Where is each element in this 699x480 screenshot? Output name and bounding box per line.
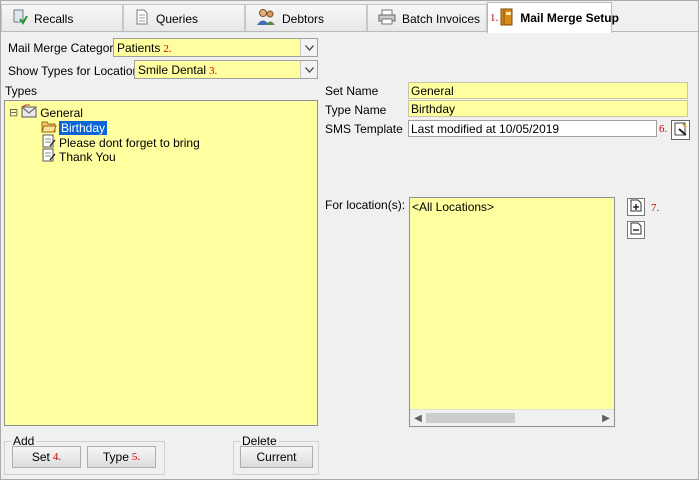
tab-batch-invoices-label: Batch Invoices — [402, 11, 481, 26]
add-document-icon — [630, 199, 642, 215]
remove-document-icon — [630, 222, 642, 238]
scroll-left-icon[interactable]: ◀ — [410, 410, 426, 426]
scrollbar-thumb[interactable] — [426, 413, 515, 423]
tab-mail-merge-setup-label: Mail Merge Setup — [520, 11, 619, 25]
set-name-label: Set Name — [325, 84, 379, 98]
edit-template-icon — [674, 122, 688, 139]
sms-template-value: Last modified at 10/05/2019 — [411, 122, 560, 136]
scroll-right-icon[interactable]: ▶ — [598, 410, 614, 426]
add-location-button[interactable] — [627, 198, 645, 216]
tree-node-label: Thank You — [59, 149, 116, 164]
types-title: Types — [5, 84, 38, 98]
locations-list[interactable]: <All Locations> ◀ ▶ — [409, 197, 615, 427]
tab-marker-1: 1. — [490, 12, 499, 24]
remove-location-button[interactable] — [627, 221, 645, 239]
add-set-marker: 4. — [52, 451, 62, 463]
printer-icon — [378, 9, 396, 28]
category-marker: 2. — [163, 43, 172, 55]
recall-icon — [12, 9, 28, 28]
people-icon — [256, 8, 276, 29]
category-label: Mail Merge Category — [8, 41, 120, 55]
locations-label: For location(s): — [325, 198, 406, 212]
delete-current-label: Current — [256, 450, 297, 464]
sms-template-field[interactable]: Last modified at 10/05/2019 — [408, 120, 657, 137]
chevron-down-icon[interactable] — [300, 61, 317, 78]
add-type-label: Type — [102, 450, 129, 464]
locations-marker: 7. — [651, 202, 660, 214]
add-set-label: Set — [31, 450, 50, 464]
tree-node-label: Birthday — [59, 120, 108, 135]
tab-bar: Recalls Queries Debtors Batch Invoices 1… — [1, 1, 698, 33]
document-icon — [134, 9, 150, 28]
category-value: Patients — [117, 41, 161, 55]
list-item[interactable]: <All Locations> — [412, 200, 494, 214]
delete-current-button[interactable]: Current — [240, 446, 313, 468]
type-name-value: Birthday — [411, 102, 456, 116]
tab-recalls[interactable]: Recalls — [1, 4, 123, 32]
types-tree[interactable]: ⊟ General Birthday Please dont forget to… — [4, 100, 318, 426]
type-name-field[interactable]: Birthday — [408, 100, 688, 117]
folder-set-icon — [21, 104, 37, 121]
tab-mail-merge-setup[interactable]: 1. Mail Merge Setup — [487, 2, 619, 33]
tab-batch-invoices[interactable]: Batch Invoices — [367, 4, 487, 32]
collapse-toggle-icon[interactable]: ⊟ — [9, 106, 18, 119]
sms-template-label: SMS Template — [325, 122, 403, 136]
sms-template-marker: 6. — [659, 123, 668, 135]
edit-document-icon — [41, 148, 57, 165]
add-set-button[interactable]: Set 4. — [12, 446, 81, 468]
tab-debtors-label: Debtors — [282, 11, 325, 26]
book-icon — [500, 8, 514, 29]
horizontal-scrollbar[interactable]: ◀ ▶ — [410, 409, 614, 426]
location-marker: 3. — [209, 65, 218, 77]
tree-node-label: General — [40, 105, 83, 120]
type-name-label: Type Name — [325, 103, 387, 117]
tree-node-thank-you[interactable]: Thank You — [41, 148, 116, 165]
chevron-down-icon[interactable] — [300, 39, 317, 56]
tab-queries[interactable]: Queries — [123, 4, 245, 32]
set-name-value: General — [411, 84, 454, 98]
tab-queries-label: Queries — [156, 11, 199, 26]
tab-debtors[interactable]: Debtors — [245, 4, 367, 32]
add-type-marker: 5. — [131, 451, 141, 463]
location-value: Smile Dental — [138, 63, 207, 77]
tab-recalls-label: Recalls — [34, 11, 74, 26]
location-label: Show Types for Location — [8, 64, 140, 78]
category-select[interactable]: Patients 2. — [113, 38, 318, 57]
edit-sms-template-button[interactable] — [671, 120, 690, 140]
location-select[interactable]: Smile Dental 3. — [134, 60, 318, 79]
set-name-field[interactable]: General — [408, 82, 688, 99]
add-type-button[interactable]: Type 5. — [87, 446, 156, 468]
